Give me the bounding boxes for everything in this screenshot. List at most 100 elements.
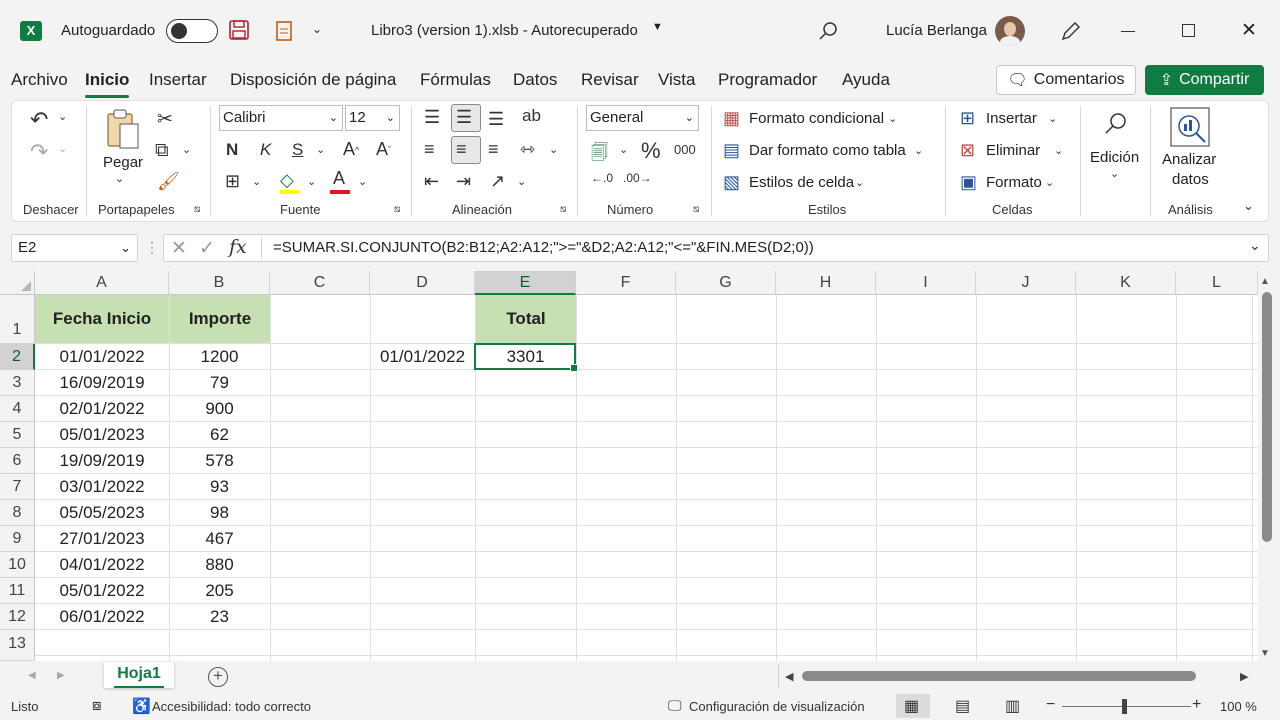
cell-e1[interactable]: Total — [476, 295, 576, 343]
underline-chevron-icon[interactable]: ⌄ — [316, 143, 325, 156]
cell-a4[interactable]: 02/01/2022 — [35, 399, 169, 419]
font-color-icon[interactable]: A — [333, 168, 345, 189]
cell-b9[interactable]: 467 — [169, 529, 270, 549]
tab-disposicion[interactable]: Disposición de página — [230, 70, 396, 90]
analyze-label-2[interactable]: datos — [1172, 171, 1209, 188]
row-header-2[interactable]: 2 — [0, 344, 35, 370]
italic-icon[interactable]: K — [260, 140, 271, 160]
cell-b11[interactable]: 205 — [169, 581, 270, 601]
tab-vista[interactable]: Vista — [658, 70, 696, 90]
font-size-select[interactable]: 12 ⌄ — [345, 105, 400, 131]
chevron-down-icon[interactable]: ⌄ — [855, 176, 864, 189]
pen-icon[interactable] — [1060, 20, 1080, 42]
dialog-launcher-icon[interactable]: ⧅ — [693, 204, 699, 215]
ribbon-collapse-icon[interactable]: ⌄ — [1243, 198, 1254, 214]
fill-color-icon[interactable]: ◇ — [280, 170, 294, 191]
cell-a11[interactable]: 05/01/2022 — [35, 581, 169, 601]
merge-cells-icon[interactable]: ⇿ — [520, 139, 535, 160]
accessibility-status[interactable]: Accesibilidad: todo correcto — [152, 699, 311, 714]
row-header-4[interactable]: 4 — [0, 396, 35, 422]
column-header-k[interactable]: K — [1076, 271, 1176, 295]
cell-a2[interactable]: 01/01/2022 — [35, 347, 169, 367]
editing-label[interactable]: Edición — [1090, 149, 1139, 166]
row-header-1[interactable]: 1 — [0, 295, 35, 344]
redo-chevron-icon[interactable]: ⌄ — [58, 142, 67, 155]
tab-ayuda[interactable]: Ayuda — [842, 70, 890, 90]
cell-a7[interactable]: 03/01/2022 — [35, 477, 169, 497]
borders-chevron-icon[interactable]: ⌄ — [252, 175, 261, 188]
name-box[interactable]: E2 ⌄ — [11, 234, 138, 262]
tab-formulas[interactable]: Fórmulas — [420, 70, 491, 90]
cell-a6[interactable]: 19/09/2019 — [35, 451, 169, 471]
chevron-down-icon[interactable]: ⌄ — [888, 112, 897, 125]
borders-icon[interactable]: ⊞ — [225, 171, 240, 192]
conditional-format-icon[interactable]: ▦ — [723, 108, 740, 129]
cell-a5[interactable]: 05/01/2023 — [35, 425, 169, 445]
cell-a8[interactable]: 05/05/2023 — [35, 503, 169, 523]
fill-color-chevron-icon[interactable]: ⌄ — [307, 175, 316, 188]
column-header-d[interactable]: D — [370, 271, 475, 295]
insert-cells-icon[interactable]: ⊞ — [960, 108, 975, 129]
customize-toolbar-chevron-icon[interactable]: ⌄ — [312, 22, 322, 36]
cell-a12[interactable]: 06/01/2022 — [35, 607, 169, 627]
next-sheet-icon[interactable]: ▶ — [57, 670, 65, 681]
decrease-decimal-icon[interactable]: .00→ — [623, 171, 652, 185]
horizontal-scrollbar[interactable] — [802, 671, 1196, 681]
dialog-launcher-icon[interactable]: ⧅ — [560, 204, 566, 215]
select-all-corner[interactable] — [0, 271, 35, 295]
orientation-chevron-icon[interactable]: ⌄ — [517, 175, 526, 188]
merge-chevron-icon[interactable]: ⌄ — [549, 143, 558, 156]
chevron-down-icon[interactable]: ⌄ — [1045, 176, 1054, 189]
number-format-select[interactable]: General ⌄ — [586, 105, 699, 131]
font-color-chevron-icon[interactable]: ⌄ — [358, 175, 367, 188]
row-header-11[interactable]: 11 — [0, 578, 35, 604]
expand-formula-icon[interactable]: ⌄ — [1249, 237, 1261, 254]
cell-b12[interactable]: 23 — [169, 607, 270, 627]
row-header-13[interactable]: 13 — [0, 630, 35, 661]
paste-icon[interactable] — [104, 108, 140, 150]
minimize-button[interactable] — [1121, 31, 1135, 32]
display-settings[interactable]: Configuración de visualización — [689, 699, 865, 714]
cell-b4[interactable]: 900 — [169, 399, 270, 419]
cell-styles-label[interactable]: Estilos de celda — [749, 174, 854, 191]
text-orientation-icon[interactable]: ab — [522, 106, 541, 126]
column-header-l[interactable]: L — [1176, 271, 1258, 295]
chevron-down-icon[interactable]: ⌄ — [914, 144, 923, 157]
format-table-label[interactable]: Dar formato como tabla — [749, 142, 906, 159]
decrease-font-icon[interactable]: Aˇ — [376, 139, 391, 160]
tab-insertar[interactable]: Insertar — [149, 70, 207, 90]
bold-icon[interactable]: N — [226, 140, 238, 160]
column-header-g[interactable]: G — [676, 271, 776, 295]
cancel-icon[interactable]: ✕ — [171, 237, 187, 260]
font-name-select[interactable]: Calibri ⌄ — [219, 105, 343, 131]
row-header-5[interactable]: 5 — [0, 422, 35, 448]
dialog-launcher-icon[interactable]: ⧅ — [194, 204, 200, 215]
cell-styles-icon[interactable]: ▧ — [723, 172, 740, 193]
tab-revisar[interactable]: Revisar — [581, 70, 639, 90]
dialog-launcher-icon[interactable]: ⧅ — [394, 204, 400, 215]
cell-a3[interactable]: 16/09/2019 — [35, 373, 169, 393]
align-right-icon[interactable]: ≡ — [488, 139, 499, 160]
maximize-button[interactable] — [1182, 24, 1195, 37]
cell-a10[interactable]: 04/01/2022 — [35, 555, 169, 575]
page-break-icon[interactable]: ▥ — [1005, 696, 1020, 716]
delete-cells-icon[interactable]: ⊠ — [960, 140, 975, 161]
more-options-icon[interactable]: ⋮ — [145, 239, 159, 256]
title-dropdown-icon[interactable]: ▼ — [652, 21, 663, 33]
increase-decimal-icon[interactable]: ←.0 — [591, 171, 613, 185]
row-header-6[interactable]: 6 — [0, 448, 35, 474]
column-header-a[interactable]: A — [35, 271, 169, 295]
scroll-down-icon[interactable]: ▼ — [1260, 648, 1270, 659]
undo-chevron-icon[interactable]: ⌄ — [58, 110, 67, 123]
accessibility-icon[interactable]: ♿ — [132, 697, 151, 715]
column-header-c[interactable]: C — [270, 271, 370, 295]
avatar[interactable] — [995, 16, 1025, 46]
thousands-separator-icon[interactable]: 000 — [674, 142, 696, 157]
scroll-up-icon[interactable]: ▲ — [1260, 276, 1270, 287]
close-button[interactable]: ✕ — [1241, 19, 1257, 42]
normal-view-icon[interactable]: ▦ — [904, 696, 919, 716]
comments-button[interactable]: 🗨 Comentarios — [996, 65, 1136, 95]
accounting-format-icon[interactable]: 🗐 — [591, 140, 608, 169]
format-table-icon[interactable]: ▤ — [723, 140, 740, 161]
scroll-left-icon[interactable]: ◀ — [785, 670, 793, 683]
